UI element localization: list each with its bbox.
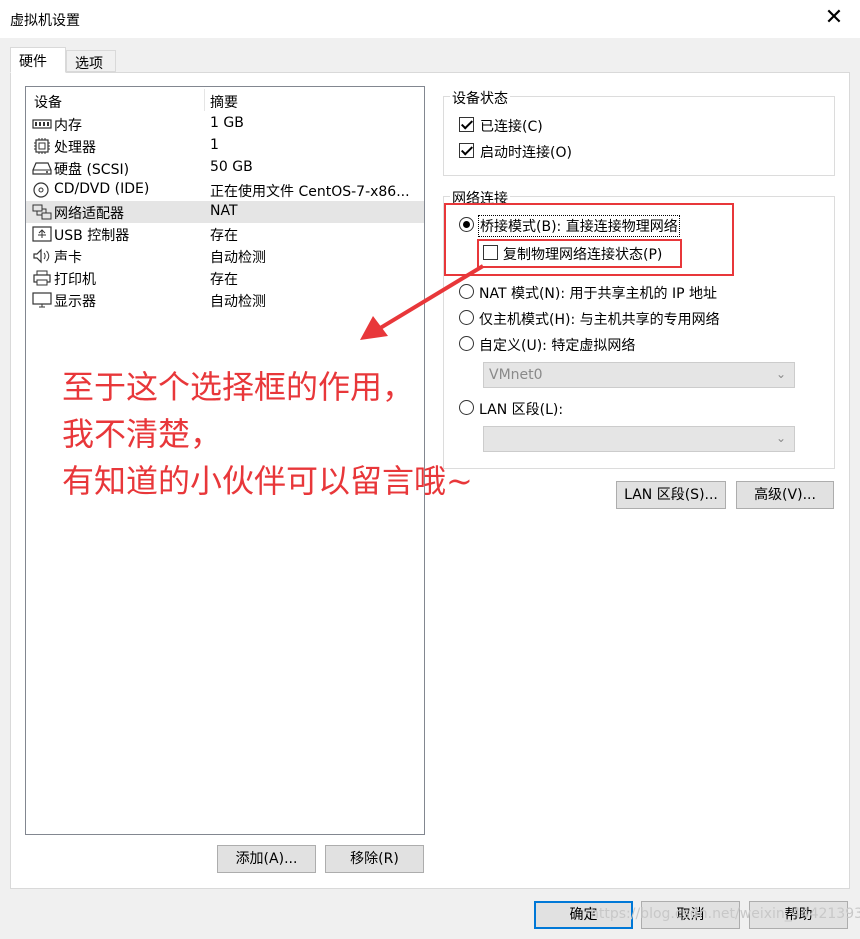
usb-icon <box>32 226 52 242</box>
device-name: 内存 <box>54 118 82 134</box>
chevron-down-icon: ⌄ <box>775 431 786 445</box>
device-row-harddisk[interactable]: 硬盘 (SCSI) 50 GB <box>26 157 424 179</box>
network-adapter-icon <box>32 204 52 220</box>
printer-icon <box>33 270 51 286</box>
custom-label[interactable]: 自定义(U): 特定虚拟网络 <box>479 335 635 355</box>
speaker-icon <box>33 248 50 264</box>
custom-network-select[interactable]: VMnet0 ⌄ <box>483 362 795 388</box>
memory-icon <box>32 119 52 129</box>
device-name: 声卡 <box>54 250 82 266</box>
harddisk-icon <box>32 162 52 175</box>
processor-icon <box>34 138 50 154</box>
device-summary: NAT <box>210 203 238 219</box>
lan-segment-label[interactable]: LAN 区段(L): <box>479 399 563 419</box>
annotation-text-line1: 至于这个选择框的作用， <box>62 368 415 406</box>
device-name: CD/DVD (IDE) <box>54 181 150 197</box>
connect-at-power-on-label[interactable]: 启动时连接(O) <box>480 142 572 162</box>
device-row-processor[interactable]: 处理器 1 <box>26 135 424 157</box>
device-row-memory[interactable]: 内存 1 GB <box>26 113 424 135</box>
column-header-summary[interactable]: 摘要 <box>210 92 238 112</box>
annotation-text-line3: 有知道的小伙伴可以留言哦~ <box>62 462 473 500</box>
close-icon[interactable]: ✕ <box>822 6 846 30</box>
device-status-title: 设备状态 <box>450 88 510 108</box>
device-list-header: 设备 摘要 <box>26 87 424 113</box>
device-name: 硬盘 (SCSI) <box>54 162 130 178</box>
advanced-button[interactable]: 高级(V)... <box>736 481 834 509</box>
monitor-icon <box>32 292 52 308</box>
connected-label[interactable]: 已连接(C) <box>480 116 543 136</box>
device-summary: 50 GB <box>210 159 253 175</box>
device-name: 打印机 <box>54 272 96 288</box>
lan-segment-select[interactable]: ⌄ <box>483 426 795 452</box>
remove-device-button[interactable]: 移除(R) <box>325 845 424 873</box>
tab-options[interactable]: 选项 <box>66 50 116 72</box>
device-status-group <box>443 96 835 176</box>
device-name: 网络适配器 <box>54 206 124 222</box>
device-name: 显示器 <box>54 294 96 310</box>
column-divider[interactable] <box>204 89 205 111</box>
device-summary: 存在 <box>210 228 238 244</box>
chevron-down-icon: ⌄ <box>775 367 786 381</box>
tab-hardware[interactable]: 硬件 <box>10 47 66 73</box>
nat-label[interactable]: NAT 模式(N): 用于共享主机的 IP 地址 <box>479 283 717 303</box>
lan-segments-button[interactable]: LAN 区段(S)... <box>616 481 726 509</box>
device-summary: 1 <box>210 137 219 153</box>
annotation-text-line2: 我不清楚， <box>62 415 223 453</box>
cd-icon <box>33 182 49 198</box>
watermark: https://blog.csdn.net/weixin_44421393 <box>590 906 860 922</box>
device-row-cddvd[interactable]: CD/DVD (IDE) 正在使用文件 CentOS-7-x86... <box>26 179 424 201</box>
device-summary: 正在使用文件 CentOS-7-x86... <box>210 184 410 200</box>
annotation-arrow-icon <box>360 264 485 340</box>
lan-segment-radio[interactable] <box>459 400 474 415</box>
device-summary: 1 GB <box>210 115 244 131</box>
annotation-highlight-box <box>477 239 682 268</box>
title-bar: 虚拟机设置 ✕ <box>0 0 860 38</box>
device-name: USB 控制器 <box>54 228 130 244</box>
add-device-button[interactable]: 添加(A)... <box>217 845 316 873</box>
connect-at-power-on-checkbox[interactable] <box>459 143 474 158</box>
column-header-device[interactable]: 设备 <box>34 92 62 112</box>
window-title: 虚拟机设置 <box>10 13 80 29</box>
device-row-usb[interactable]: USB 控制器 存在 <box>26 223 424 245</box>
device-row-network-adapter[interactable]: 网络适配器 NAT <box>26 201 424 223</box>
custom-network-value: VMnet0 <box>489 367 543 383</box>
connected-checkbox[interactable] <box>459 117 474 132</box>
host-only-label[interactable]: 仅主机模式(H): 与主机共享的专用网络 <box>479 309 720 329</box>
device-name: 处理器 <box>54 140 96 156</box>
